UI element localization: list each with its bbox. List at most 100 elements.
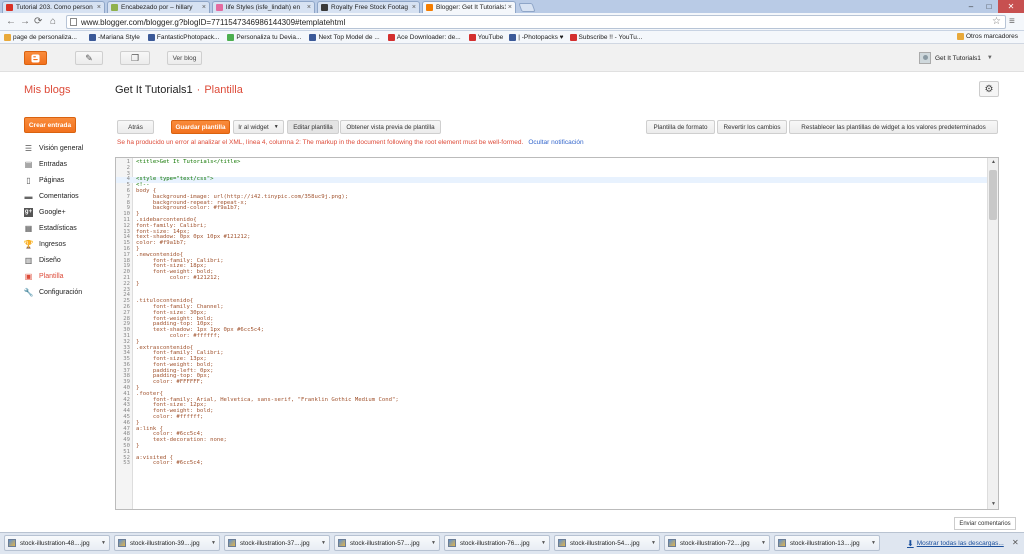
download-name: stock-illustration-57....jpg bbox=[350, 539, 420, 547]
sidebar-item[interactable]: 🔧 Configuración bbox=[24, 284, 114, 300]
download-item[interactable]: stock-illustration-54....jpg ▼ bbox=[554, 535, 660, 551]
browser-tab[interactable]: Tutorial 203. Como person × bbox=[2, 1, 105, 13]
address-bar[interactable]: www.blogger.com/blogger.g?blogID=7711547… bbox=[66, 15, 1006, 29]
other-bookmarks-label: Otros marcadores bbox=[965, 33, 1018, 40]
chevron-down-icon[interactable]: ▼ bbox=[431, 540, 436, 546]
tab-title: Tutorial 203. Como person bbox=[16, 4, 93, 11]
bookmark-icon bbox=[88, 33, 96, 41]
download-item[interactable]: stock-illustration-39....jpg ▼ bbox=[114, 535, 220, 551]
browser-tab[interactable]: Blogger: Get It Tutorials1 × bbox=[422, 1, 516, 13]
sidebar-item[interactable]: ▥ Diseño bbox=[24, 252, 114, 268]
bookmark-item[interactable]: Ace Downloader: de... bbox=[387, 33, 461, 41]
chevron-down-icon[interactable]: ▼ bbox=[321, 540, 326, 546]
sidebar-item[interactable]: ▦ Estadísticas bbox=[24, 220, 114, 236]
favicon-icon bbox=[6, 4, 13, 11]
chevron-down-icon[interactable]: ▼ bbox=[541, 540, 546, 546]
browser-tab[interactable]: Royalty Free Stock Footag × bbox=[317, 1, 420, 13]
tab-close-icon[interactable]: × bbox=[307, 4, 311, 11]
editor-scrollbar[interactable]: ▲ ▼ bbox=[987, 158, 998, 509]
close-icon[interactable]: ✕ bbox=[1012, 538, 1019, 547]
download-item[interactable]: stock-illustration-13....jpg ▼ bbox=[774, 535, 880, 551]
settings-button[interactable]: ⚙ bbox=[979, 81, 999, 97]
sidebar-item[interactable]: ▯ Páginas bbox=[24, 172, 114, 188]
sidebar-item-label: Google+ bbox=[39, 208, 66, 216]
chevron-down-icon[interactable]: ▼ bbox=[651, 540, 656, 546]
chevron-down-icon[interactable]: ▼ bbox=[871, 540, 876, 546]
bookmark-item[interactable]: page de personaliza... bbox=[4, 33, 77, 41]
home-icon[interactable]: ⌂ bbox=[50, 16, 56, 28]
blogger-logo-button[interactable] bbox=[24, 51, 47, 65]
download-name: stock-illustration-37....jpg bbox=[240, 539, 310, 547]
download-item[interactable]: stock-illustration-76....jpg ▼ bbox=[444, 535, 550, 551]
create-post-button[interactable]: Crear entrada bbox=[24, 117, 76, 133]
maximize-button[interactable]: □ bbox=[980, 0, 998, 13]
reset-widgets-button[interactable]: Restablecer las plantillas de widget a l… bbox=[789, 120, 998, 134]
download-item[interactable]: stock-illustration-57....jpg ▼ bbox=[334, 535, 440, 551]
code-text: color: #FFFFFF; bbox=[136, 379, 204, 386]
close-window-button[interactable]: ✕ bbox=[998, 0, 1024, 13]
blogger-header bbox=[0, 44, 1024, 72]
bookmark-item[interactable]: FantasticPhotopack... bbox=[147, 33, 219, 41]
go-to-widget-dropdown[interactable]: Ir al widget ▼ bbox=[233, 120, 284, 134]
sidebar-item[interactable]: ▤ Entradas bbox=[24, 156, 114, 172]
new-post-button[interactable]: ✎ bbox=[75, 51, 103, 65]
download-item[interactable]: stock-illustration-72....jpg ▼ bbox=[664, 535, 770, 551]
download-item[interactable]: stock-illustration-48....jpg ▼ bbox=[4, 535, 110, 551]
send-feedback-button[interactable]: Enviar comentarios bbox=[954, 517, 1016, 530]
sidebar-item[interactable]: ▬ Comentarios bbox=[24, 188, 114, 204]
show-all-downloads-link[interactable]: ⬇ Mostrar todas las descargas... bbox=[907, 539, 1004, 548]
chevron-down-icon[interactable]: ▼ bbox=[211, 540, 216, 546]
sidebar-item[interactable]: 🏆 Ingresos bbox=[24, 236, 114, 252]
edit-template-button[interactable]: Editar plantilla bbox=[287, 120, 339, 134]
tab-close-icon[interactable]: × bbox=[412, 4, 416, 11]
browser-tab[interactable]: life Styles (isfe_lindah) en × bbox=[212, 1, 315, 13]
preview-template-button[interactable]: Obtener vista previa de plantilla bbox=[340, 120, 441, 134]
sidebar-item[interactable]: ☰ Visión general bbox=[24, 140, 114, 156]
bookmark-item[interactable]: Subscribe !! - YouTu... bbox=[569, 33, 642, 41]
image-file-icon bbox=[118, 539, 126, 547]
image-file-icon bbox=[558, 539, 566, 547]
bookmark-item[interactable]: YouTube bbox=[468, 33, 503, 41]
code-lines: 1 <title>Get It Tutorials</title> 2 3 4 <styl… bbox=[116, 159, 988, 467]
format-template-button[interactable]: Plantilla de formato bbox=[646, 120, 715, 134]
star-icon[interactable]: ☆ bbox=[992, 16, 1001, 28]
bookmark-item[interactable]: Personaliza tu Devia... bbox=[227, 33, 301, 41]
view-blog-button[interactable]: Ver blog bbox=[167, 51, 202, 65]
scrollbar-thumb[interactable] bbox=[989, 170, 997, 220]
reload-icon[interactable]: ⟳ bbox=[34, 16, 42, 28]
chevron-down-icon[interactable]: ▼ bbox=[101, 540, 106, 546]
image-file-icon bbox=[448, 539, 456, 547]
tab-close-icon[interactable]: × bbox=[97, 4, 101, 11]
scroll-up-icon[interactable]: ▲ bbox=[988, 158, 998, 167]
view-posts-button[interactable]: ❐ bbox=[120, 51, 150, 65]
sidebar-item[interactable]: ▣ Plantilla bbox=[24, 268, 114, 284]
minimize-button[interactable]: – bbox=[962, 0, 980, 13]
template-code-editor[interactable]: 1 <title>Get It Tutorials</title> 2 3 4 <styl… bbox=[115, 157, 999, 510]
other-bookmarks[interactable]: Otros marcadores bbox=[956, 33, 1018, 40]
new-tab-button[interactable] bbox=[518, 3, 536, 12]
bookmark-item[interactable]: Next Top Model de ... bbox=[309, 33, 380, 41]
favicon-icon bbox=[426, 4, 433, 11]
tab-close-icon[interactable]: × bbox=[508, 4, 512, 11]
tab-close-icon[interactable]: × bbox=[202, 4, 206, 11]
save-template-button[interactable]: Guardar plantilla bbox=[171, 120, 230, 134]
image-file-icon bbox=[228, 539, 236, 547]
bookmark-icon bbox=[468, 33, 476, 41]
bookmark-item[interactable]: -Mariana Style bbox=[88, 33, 140, 41]
back-icon[interactable]: ← bbox=[6, 16, 16, 28]
browser-tab[interactable]: Encabezado por – hillary × bbox=[107, 1, 210, 13]
download-item[interactable]: stock-illustration-37....jpg ▼ bbox=[224, 535, 330, 551]
download-name: stock-illustration-39....jpg bbox=[130, 539, 200, 547]
back-button[interactable]: Atrás bbox=[117, 120, 154, 134]
scroll-down-icon[interactable]: ▼ bbox=[988, 500, 998, 509]
chevron-down-icon[interactable]: ▼ bbox=[761, 540, 766, 546]
hide-notification-link[interactable]: Ocultar notificación bbox=[528, 139, 583, 146]
code-text: color: #121212; bbox=[136, 274, 221, 281]
revert-changes-button[interactable]: Revertir los cambios bbox=[717, 120, 787, 134]
user-menu[interactable]: Get It Tutorials1 ▼ bbox=[919, 52, 993, 64]
bookmark-item[interactable]: | -Photopacks ♥ bbox=[509, 33, 564, 41]
sidebar-item[interactable]: g+ Google+ bbox=[24, 204, 114, 220]
forward-icon[interactable]: → bbox=[20, 16, 30, 28]
wrench-icon[interactable]: ≡ bbox=[1009, 16, 1015, 27]
my-blogs-link[interactable]: Mis blogs bbox=[24, 84, 70, 96]
